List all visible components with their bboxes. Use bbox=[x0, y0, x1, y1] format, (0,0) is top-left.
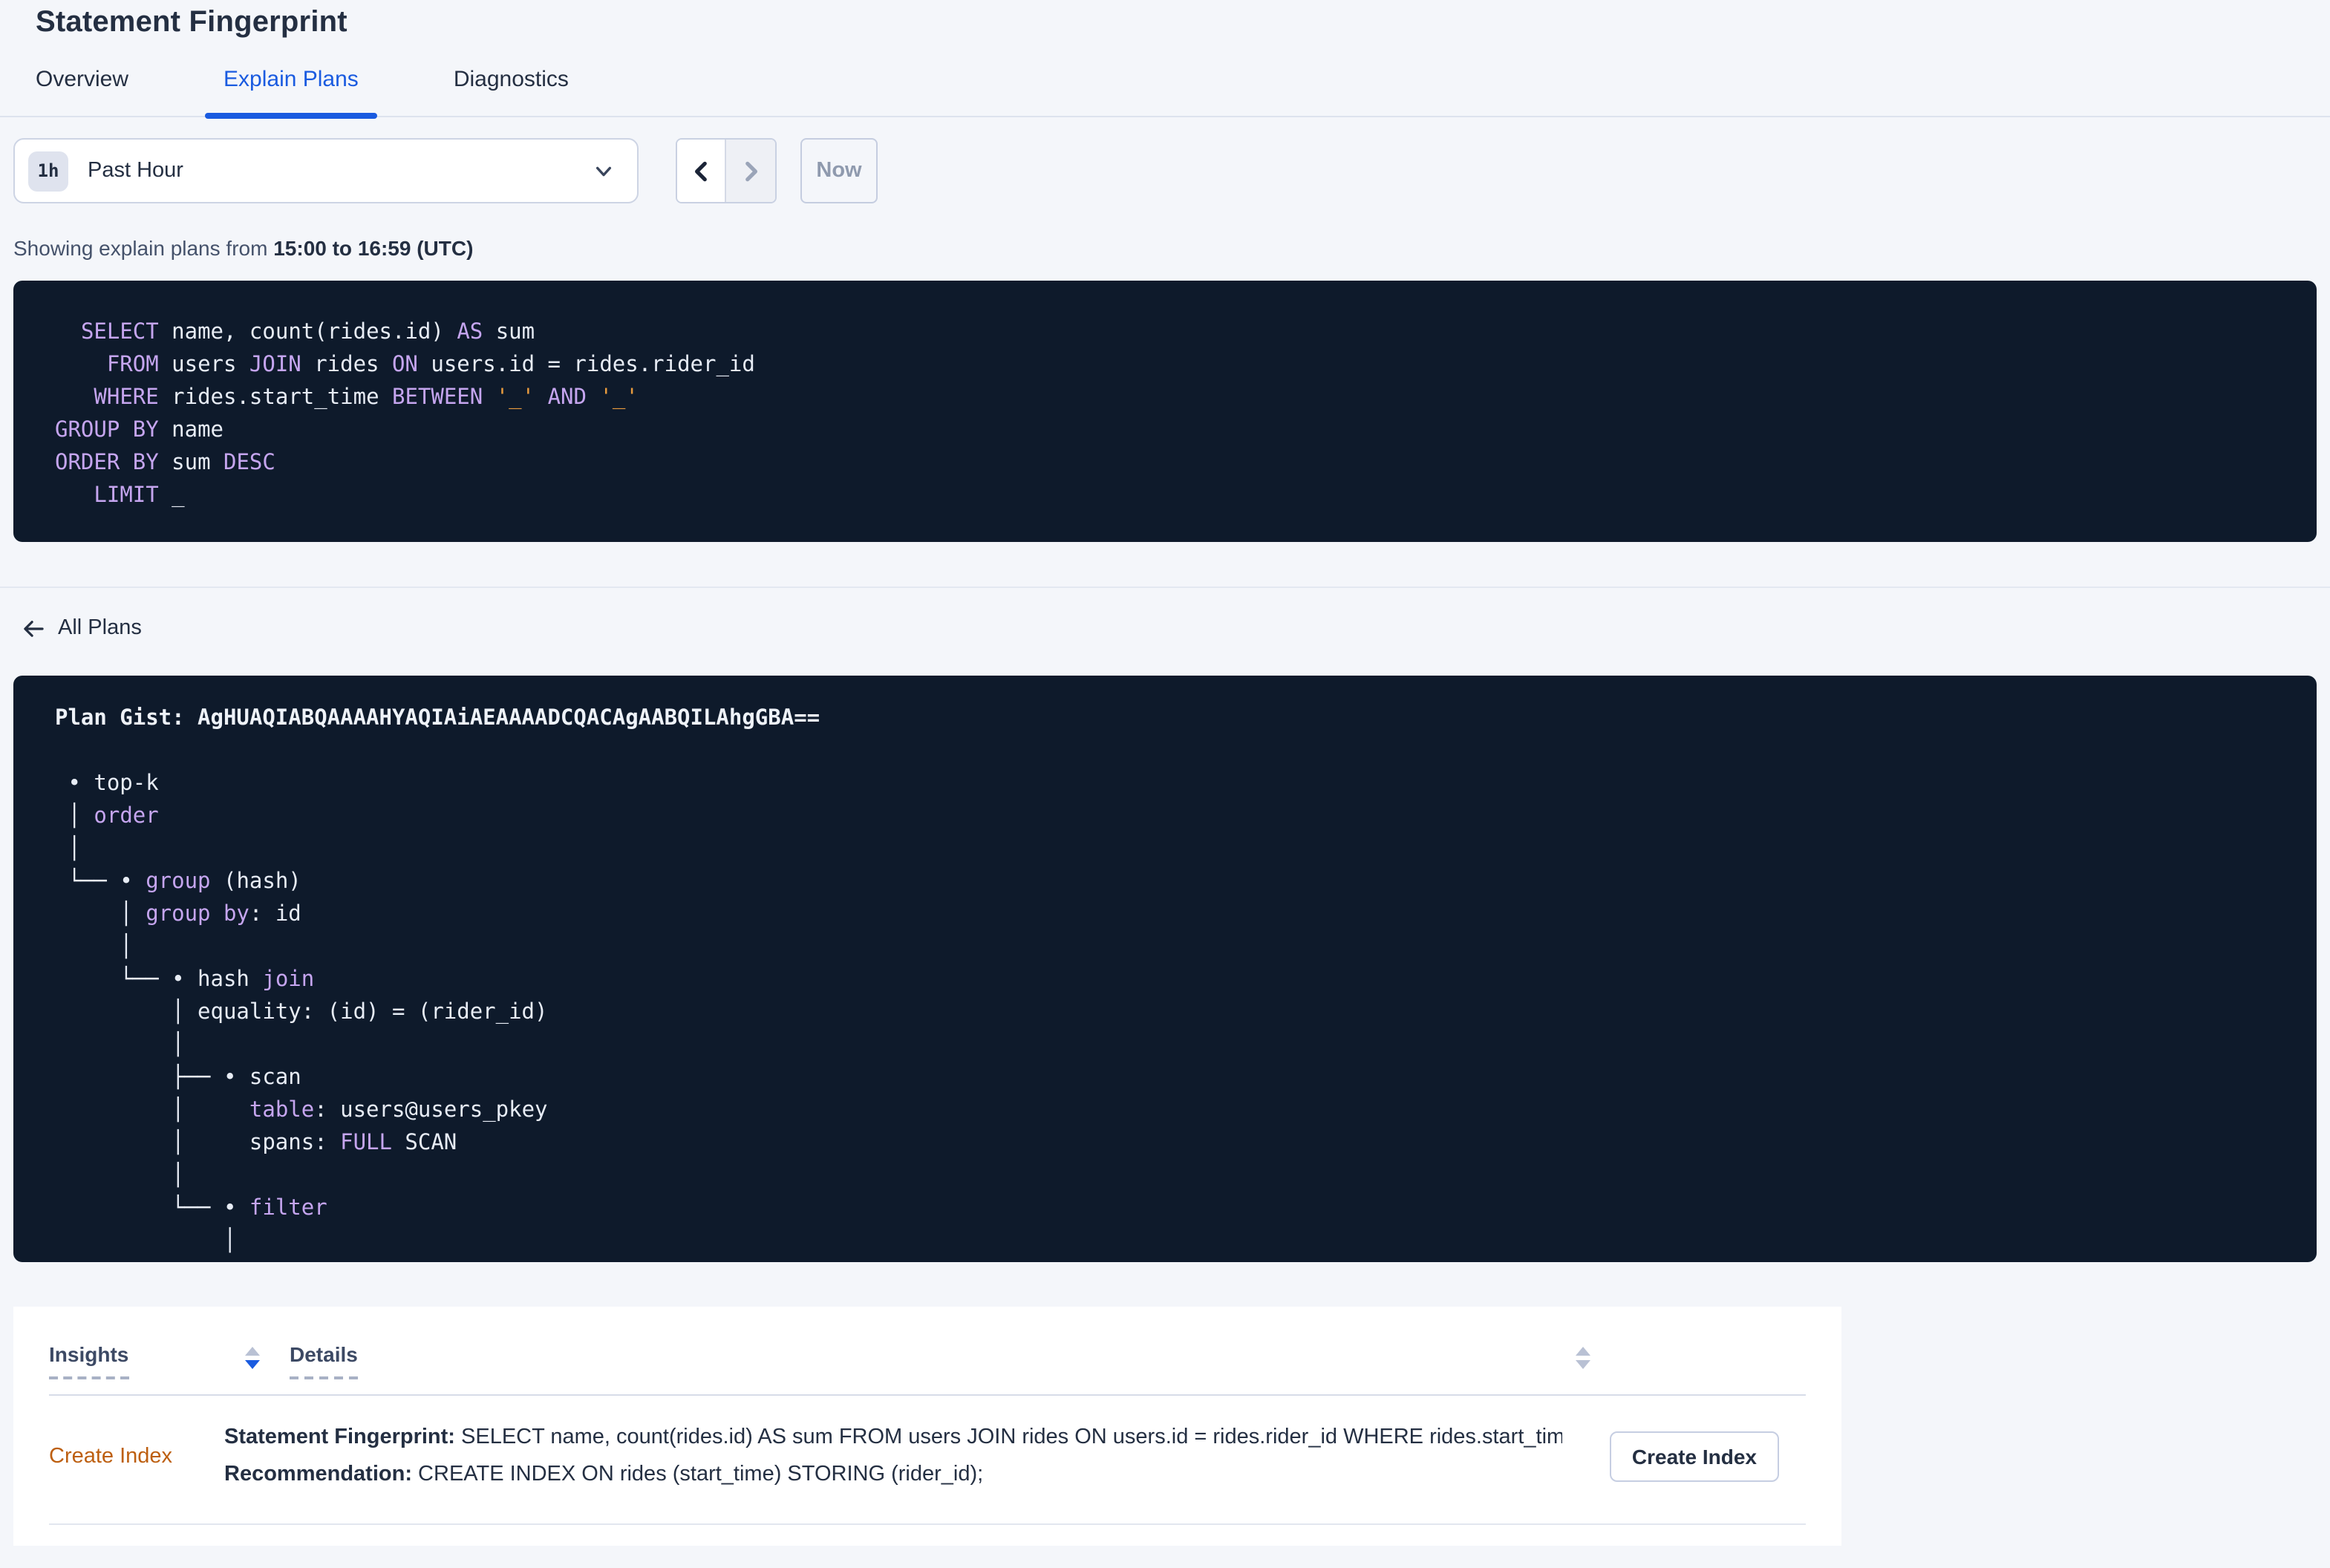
tab-explain-plans[interactable]: Explain Plans bbox=[204, 67, 378, 119]
sql-statement-block: SELECT name, count(rides.id) AS sum FROM… bbox=[13, 281, 2317, 542]
table-header-row: Insights Details bbox=[49, 1306, 1806, 1395]
showing-range-value: 15:00 to 16:59 (UTC) bbox=[273, 236, 474, 260]
details-sort-control[interactable] bbox=[1576, 1346, 1590, 1368]
now-button[interactable]: Now bbox=[800, 138, 878, 203]
prev-time-button[interactable] bbox=[677, 140, 726, 202]
statement-fingerprint-page: Statement Fingerprint Overview Explain P… bbox=[0, 4, 2330, 1568]
insight-table-row: Create Index Statement Fingerprint: SELE… bbox=[49, 1395, 1806, 1524]
details-column-header[interactable]: Details bbox=[290, 1342, 1590, 1379]
recommendation-text: CREATE INDEX ON rides (start_time) STORI… bbox=[412, 1462, 984, 1486]
tab-diagnostics[interactable]: Diagnostics bbox=[434, 67, 588, 116]
sort-desc-icon bbox=[1576, 1359, 1590, 1368]
sort-asc-icon bbox=[245, 1346, 260, 1355]
all-plans-label: All Plans bbox=[58, 616, 142, 640]
section-divider bbox=[0, 587, 2330, 588]
chevron-down-icon bbox=[594, 161, 613, 180]
page-title: Statement Fingerprint bbox=[36, 6, 347, 39]
tab-bar: Overview Explain Plans Diagnostics bbox=[0, 67, 2330, 119]
plan-gist-block: Plan Gist: AgHUAQIABQAAAAHYAQIAiAEAAAADC… bbox=[13, 675, 2317, 1261]
time-step-buttons bbox=[676, 138, 777, 203]
tab-overview[interactable]: Overview bbox=[16, 67, 148, 116]
details-header-label: Details bbox=[290, 1342, 358, 1379]
statement-fingerprint-text: SELECT name, count(rides.id) AS sum FROM… bbox=[461, 1425, 1562, 1448]
showing-range-text: Showing explain plans from 15:00 to 16:5… bbox=[13, 236, 2330, 260]
recommendation-label: Recommendation: bbox=[224, 1462, 412, 1486]
insight-type-link[interactable]: Create Index bbox=[49, 1444, 172, 1468]
sort-asc-icon bbox=[1576, 1346, 1590, 1355]
insight-type-cell: Create Index bbox=[49, 1443, 224, 1469]
sort-desc-icon bbox=[245, 1359, 260, 1368]
statement-fingerprint-label: Statement Fingerprint: bbox=[224, 1425, 455, 1448]
time-range-label: Past Hour bbox=[88, 159, 183, 183]
recommendation-line: Recommendation: CREATE INDEX ON rides (s… bbox=[224, 1456, 1562, 1493]
time-range-select[interactable]: 1h Past Hour bbox=[13, 138, 639, 203]
insight-details-cell: Statement Fingerprint: SELECT name, coun… bbox=[224, 1419, 1562, 1493]
statement-fingerprint-line: Statement Fingerprint: SELECT name, coun… bbox=[224, 1419, 1562, 1456]
insights-sort-control[interactable] bbox=[245, 1346, 260, 1368]
time-controls: 1h Past Hour Now bbox=[13, 138, 2330, 203]
create-index-button[interactable]: Create Index bbox=[1609, 1431, 1779, 1481]
all-plans-link[interactable]: All Plans bbox=[22, 616, 142, 640]
next-time-button[interactable] bbox=[726, 140, 775, 202]
insights-header-label: Insights bbox=[49, 1342, 129, 1379]
chevron-left-icon bbox=[690, 160, 712, 182]
showing-range-prefix: Showing explain plans from bbox=[13, 236, 274, 260]
time-range-badge: 1h bbox=[28, 151, 68, 191]
insights-column-header[interactable]: Insights bbox=[49, 1342, 224, 1379]
insights-table-card: Insights Details Create Index Statement … bbox=[13, 1306, 1841, 1545]
arrow-left-icon bbox=[22, 618, 45, 638]
chevron-right-icon bbox=[740, 160, 762, 182]
